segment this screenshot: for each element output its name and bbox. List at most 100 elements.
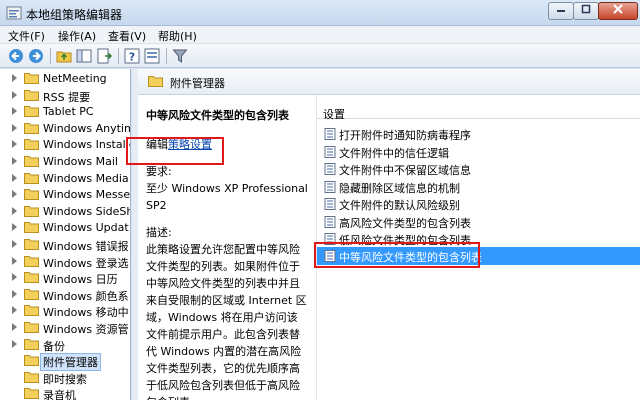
tree-item[interactable]: 即时搜索: [0, 369, 130, 386]
description-text: 此策略设置允许您配置中等风险文件类型的列表。如果附件位于中等风险文件类型的列表中…: [146, 243, 307, 400]
show-hide-tree-icon[interactable]: [76, 48, 92, 64]
expand-arrow-icon[interactable]: [12, 223, 17, 232]
folder-icon: [24, 338, 39, 350]
tree-item-label: 即时搜索: [43, 372, 87, 386]
expand-arrow-icon[interactable]: [12, 256, 17, 265]
maximize-button[interactable]: [573, 2, 599, 20]
folder-icon: [24, 139, 39, 151]
tree-item[interactable]: Windows Installe: [0, 136, 130, 153]
menu-file[interactable]: 文件(F): [8, 28, 45, 44]
folder-icon: [24, 73, 39, 84]
highlight-box-selected-setting: [314, 242, 480, 268]
properties-icon[interactable]: [144, 48, 160, 64]
toolbar: ?: [0, 44, 640, 68]
folder-icon: [148, 76, 163, 87]
setting-row-label: 高风险文件类型的包含列表: [339, 216, 471, 230]
tree-item[interactable]: Windows 颜色系: [0, 286, 130, 303]
description-label: 描述:: [146, 226, 172, 239]
tree-item[interactable]: 录音机: [0, 385, 130, 400]
tree-item-label: Windows 移动中: [43, 306, 129, 320]
tree-item-label: Windows SideSh: [43, 204, 131, 218]
expand-arrow-icon[interactable]: [12, 107, 17, 116]
setting-row-label: 文件附件中不保留区域信息: [339, 164, 471, 177]
tree-item[interactable]: RSS 提要: [0, 87, 130, 104]
expand-arrow-icon[interactable]: [12, 240, 17, 248]
setting-row[interactable]: 打开附件时通知防病毒程序: [317, 125, 640, 143]
expand-arrow-icon[interactable]: [12, 173, 17, 182]
expand-arrow-icon[interactable]: [12, 140, 17, 149]
requirements-text: 至少 Windows XP Professional SP2: [146, 182, 308, 212]
expand-arrow-icon[interactable]: [12, 273, 17, 282]
setting-row[interactable]: 高风险文件类型的包含列表: [317, 213, 640, 231]
settings-column-header[interactable]: 设置: [317, 95, 640, 121]
content-header: 附件管理器: [138, 69, 640, 95]
setting-row-label: 隐藏删除区域信息的机制: [339, 181, 460, 195]
tree-item[interactable]: Windows Messe: [0, 186, 131, 203]
folder-icon: [24, 305, 39, 317]
tree-item-label: Tablet PC: [43, 105, 94, 119]
tree-item-label: Windows Media: [43, 171, 129, 185]
minimize-button[interactable]: [548, 2, 574, 20]
tree-item[interactable]: Windows SideSh: [0, 203, 131, 220]
folder-icon: [24, 255, 39, 267]
menu-action[interactable]: 操作(A): [58, 28, 96, 44]
tree-item[interactable]: NetMeeting: [0, 70, 130, 87]
tree-item-label: Windows Updat: [43, 221, 129, 235]
setting-row[interactable]: 隐藏删除区域信息的机制: [317, 178, 640, 196]
setting-row-label: 文件附件中的信任逻辑: [339, 146, 449, 160]
tree-item[interactable]: Windows Anytim: [0, 120, 131, 137]
expand-arrow-icon[interactable]: [12, 74, 17, 82]
tree-item-label: Windows Anytim: [43, 121, 131, 135]
maximize-icon: [581, 4, 591, 14]
close-icon: [613, 4, 623, 14]
filter-icon[interactable]: [172, 48, 188, 64]
expand-arrow-icon[interactable]: [12, 157, 17, 165]
setting-row[interactable]: 文件附件的默认风险级别: [317, 195, 640, 213]
tree-item[interactable]: 备份: [0, 336, 130, 353]
menu-view[interactable]: 查看(V): [108, 28, 146, 44]
tree-item[interactable]: Windows 资源管: [0, 319, 130, 336]
folder-icon: [24, 239, 39, 250]
tree-item-label: Windows Mail: [43, 155, 118, 168]
folder-icon: [24, 371, 39, 383]
tree-item[interactable]: Tablet PC: [0, 103, 130, 120]
tree-item[interactable]: Windows 登录选: [0, 253, 130, 270]
expand-arrow-icon[interactable]: [12, 339, 17, 348]
up-folder-icon[interactable]: [56, 48, 72, 64]
expand-arrow-icon[interactable]: [12, 323, 17, 331]
expand-arrow-icon[interactable]: [12, 90, 17, 99]
forward-arrow-icon[interactable]: [28, 48, 44, 64]
menu-help[interactable]: 帮助(H): [158, 28, 197, 44]
tree-item[interactable]: Windows 移动中: [0, 302, 130, 320]
settings-column-label: 设置: [323, 108, 345, 121]
folder-icon: [24, 205, 39, 217]
tree-item[interactable]: Windows Updat: [0, 219, 130, 236]
setting-row-label: 打开附件时通知防病毒程序: [339, 129, 471, 142]
back-arrow-icon[interactable]: [8, 48, 24, 64]
help-icon[interactable]: ?: [124, 48, 140, 64]
tree-item[interactable]: Windows Media: [0, 170, 130, 187]
expand-arrow-icon[interactable]: [12, 306, 17, 315]
tree-item-label: Windows Messe: [43, 188, 131, 202]
export-list-icon[interactable]: [96, 48, 112, 64]
setting-row[interactable]: 文件附件中的信任逻辑: [317, 143, 640, 161]
tree-item[interactable]: Windows 日历: [0, 269, 130, 287]
expand-arrow-icon[interactable]: [12, 206, 17, 215]
policy-tree: NetMeeting RSS 提要 Tablet PC Windows Anytim W…: [0, 69, 131, 400]
folder-icon: [24, 89, 39, 101]
tree-item[interactable]: Windows Mail: [0, 153, 130, 170]
tree-item-label: Windows 日历: [43, 273, 118, 287]
folder-icon: [24, 388, 39, 400]
policy-setting-icon: [324, 163, 336, 175]
expand-arrow-icon[interactable]: [12, 289, 17, 298]
toolbar-separator: [118, 48, 119, 64]
expand-arrow-icon[interactable]: [12, 123, 17, 132]
expand-arrow-icon[interactable]: [12, 190, 17, 199]
tree-item[interactable]: 附件管理器: [0, 352, 130, 372]
folder-icon: [24, 172, 39, 184]
policy-setting-icon: [324, 145, 336, 158]
close-button[interactable]: [598, 2, 638, 20]
tree-item[interactable]: Windows 错误报: [0, 236, 130, 253]
setting-row[interactable]: 文件附件中不保留区域信息: [317, 160, 640, 178]
policy-setting-icon: [324, 215, 336, 228]
